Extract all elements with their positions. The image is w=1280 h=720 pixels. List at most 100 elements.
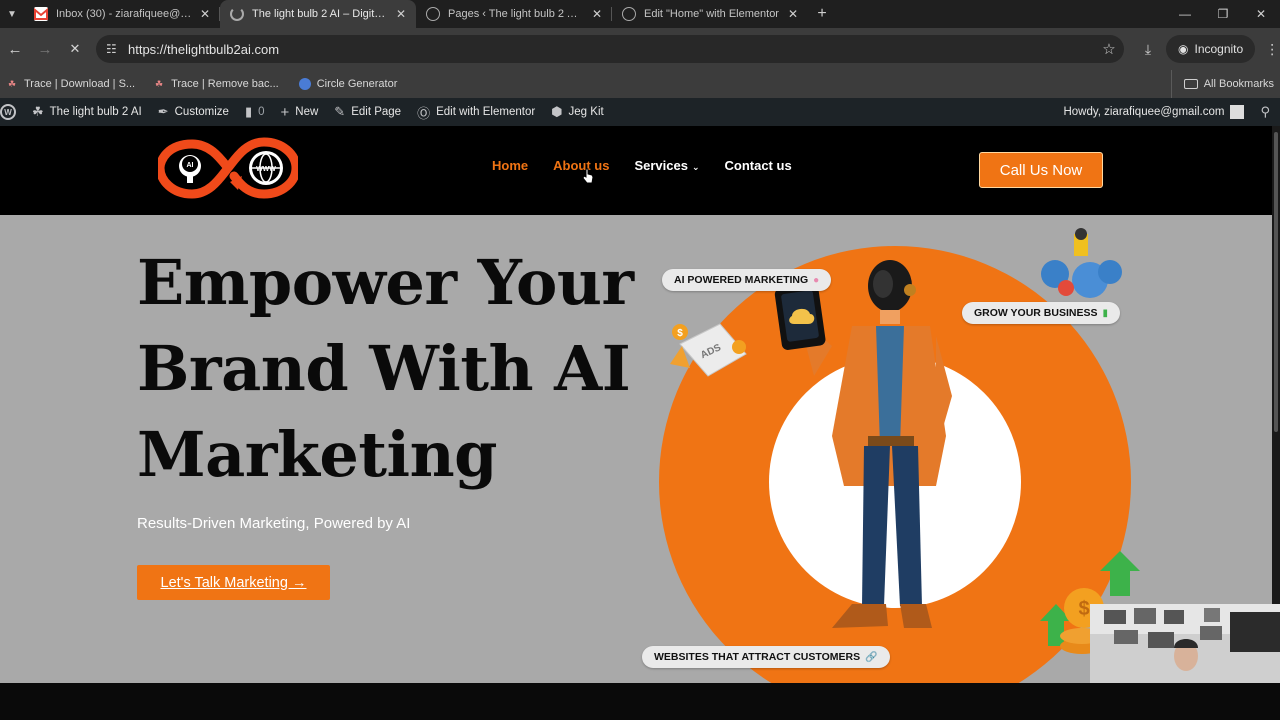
bookmarks-bar: ☘ Trace | Download | S... ☘ Trace | Remove… [0, 70, 1280, 98]
pill-label: GROW YOUR BUSINESS [974, 307, 1098, 319]
seo-gears-icon [1041, 228, 1122, 298]
stop-loading-button[interactable]: ✕ [60, 34, 90, 64]
website-viewport: AI WWW Home About us Services ⌄ Contact u… [0, 126, 1272, 683]
site-name-label: The light bulb 2 AI [49, 106, 142, 118]
money-icon: ▮ [1102, 307, 1109, 319]
bookmark-label: Trace | Remove bac... [171, 78, 279, 90]
tab-thelightbulb[interactable]: The light bulb 2 AI – Digital Ma ✕ [220, 0, 416, 28]
all-bookmarks[interactable]: All Bookmarks [1170, 70, 1274, 98]
close-window-icon[interactable]: ✕ [1242, 0, 1280, 28]
nav-home[interactable]: Home [492, 158, 528, 173]
back-button[interactable]: ← [0, 34, 30, 64]
avatar [1230, 105, 1245, 119]
comments-count: 0 [258, 106, 265, 118]
site-header: AI WWW Home About us Services ⌄ Contact u… [0, 126, 1272, 215]
admin-customize[interactable]: ✒ Customize [150, 98, 237, 126]
pill-label: WEBSITES THAT ATTRACT CUSTOMERS [654, 651, 861, 663]
incognito-icon: ◉ [1178, 42, 1189, 56]
admin-comments[interactable]: ▮ 0 [237, 98, 273, 126]
edit-elementor-label: Edit with Elementor [436, 106, 536, 118]
admin-edit-page[interactable]: ✎ Edit Page [326, 98, 409, 126]
pencil-icon: ✎ [334, 104, 346, 119]
admin-search-icon[interactable]: ⚲ [1252, 98, 1280, 126]
page-scrollbar[interactable] [1272, 126, 1280, 683]
tab-gmail[interactable]: Inbox (30) - ziarafiquee@gmail. ✕ [24, 0, 220, 28]
wordpress-icon: W [0, 104, 16, 120]
comment-icon: ▮ [244, 104, 253, 119]
minimize-icon[interactable]: — [1166, 0, 1204, 28]
tab-title: Edit "Home" with Elementor [644, 8, 779, 20]
wp-admin-bar: W ☘ The light bulb 2 AI ✒ Customize ▮ 0 + Ne… [0, 98, 1280, 126]
admin-site-name[interactable]: ☘ The light bulb 2 AI [24, 98, 150, 126]
howdy-label: Howdy, ziarafiquee@gmail.com [1063, 106, 1225, 118]
tab-pages[interactable]: Pages ‹ The light bulb 2 AI — W ✕ [416, 0, 612, 28]
tab-title: Inbox (30) - ziarafiquee@gmail. [56, 8, 192, 20]
browser-tabstrip: ▼ Inbox (30) - ziarafiquee@gmail. ✕ The … [0, 0, 1280, 28]
bookmark-label: Circle Generator [316, 78, 398, 90]
folder-icon [1183, 79, 1198, 89]
logo-ai-text: AI [187, 162, 194, 169]
incognito-badge[interactable]: ◉ Incognito [1166, 35, 1256, 63]
bookmark-circle-generator[interactable]: Circle Generator [298, 78, 398, 90]
main-nav: Home About us Services ⌄ Contact us [492, 158, 817, 173]
admin-jeg-kit[interactable]: ⬢ Jeg Kit [543, 98, 612, 126]
trace-icon: ☘ [7, 78, 17, 89]
elementor-icon: Ⓞ [417, 105, 431, 121]
hero-title-line: Empower Your [137, 246, 634, 319]
window-controls: — ❐ ✕ [1166, 0, 1280, 28]
hero-title: Empower Your Brand With AI Marketing [137, 240, 657, 498]
edit-page-label: Edit Page [351, 106, 402, 118]
address-bar[interactable]: ☷ https://thelightbulb2ai.com ☆ [96, 35, 1124, 63]
new-tab-button[interactable]: + [808, 5, 836, 23]
bookmark-trace-remove[interactable]: ☘ Trace | Remove bac... [153, 78, 279, 90]
nav-services[interactable]: Services ⌄ [634, 158, 699, 173]
coin-symbol-text: $ [677, 328, 683, 339]
tab-search-icon[interactable]: ▼ [0, 0, 24, 28]
admin-new[interactable]: + New [273, 98, 327, 126]
close-icon[interactable]: ✕ [394, 7, 408, 21]
hero-subtitle: Results-Driven Marketing, Powered by AI [137, 515, 411, 532]
globe-icon [298, 78, 311, 90]
scrollbar-thumb[interactable] [1274, 132, 1278, 432]
menu-kebab-icon[interactable]: ⋮ [1261, 41, 1280, 58]
forward-button[interactable]: → [30, 34, 60, 64]
admin-edit-elementor[interactable]: Ⓞ Edit with Elementor [409, 98, 543, 126]
bookmark-trace-download[interactable]: ☘ Trace | Download | S... [6, 78, 135, 90]
wp-logo-button[interactable]: W [0, 98, 24, 126]
trace-icon: ☘ [155, 78, 164, 89]
tab-elementor[interactable]: Edit "Home" with Elementor ✕ [612, 0, 808, 28]
gmail-icon [34, 7, 48, 21]
close-icon[interactable]: ✕ [786, 7, 800, 21]
brain-icon: ● [813, 274, 820, 286]
nav-contact-us[interactable]: Contact us [725, 158, 792, 173]
pill-label: AI POWERED MARKETING [674, 274, 809, 286]
site-settings-icon[interactable]: ☷ [106, 42, 124, 56]
pill-websites-attract: WEBSITES THAT ATTRACT CUSTOMERS 🔗 [642, 646, 890, 668]
jeg-kit-icon: ⬢ [551, 104, 563, 119]
chevron-down-icon: ⌄ [691, 162, 700, 172]
bookmark-label: Trace | Download | S... [24, 78, 136, 90]
admin-account[interactable]: Howdy, ziarafiquee@gmail.com [1055, 98, 1252, 126]
dashboard-icon: ☘ [32, 104, 44, 119]
bookmark-star-icon[interactable]: ☆ [1094, 40, 1124, 58]
jeg-kit-label: Jeg Kit [568, 106, 604, 118]
all-bookmarks-label: All Bookmarks [1203, 78, 1274, 90]
new-label: New [295, 106, 319, 118]
hand-cursor-icon [582, 168, 594, 184]
close-icon[interactable]: ✕ [198, 7, 212, 21]
coin-symbol-text: $ [1078, 598, 1089, 620]
site-logo[interactable]: AI WWW [158, 136, 298, 200]
pill-grow-your-business: GROW YOUR BUSINESS ▮ [962, 302, 1121, 324]
lets-talk-marketing-button[interactable]: Let's Talk Marketing → [137, 565, 330, 600]
logo-www-text: WWW [256, 166, 276, 173]
download-icon[interactable]: ⤓ [1134, 41, 1162, 58]
call-us-now-button[interactable]: Call Us Now [979, 152, 1103, 188]
restore-icon[interactable]: ❐ [1204, 0, 1242, 28]
url-text[interactable]: https://thelightbulb2ai.com [128, 42, 1094, 57]
plus-icon: + [280, 103, 290, 121]
customize-label: Customize [174, 106, 229, 118]
loading-spinner-icon [230, 7, 244, 21]
browser-toolbar: ← → ✕ ☷ https://thelightbulb2ai.com ☆ ⤓ … [0, 28, 1280, 70]
close-icon[interactable]: ✕ [590, 7, 604, 21]
brush-icon: ✒ [157, 104, 169, 119]
